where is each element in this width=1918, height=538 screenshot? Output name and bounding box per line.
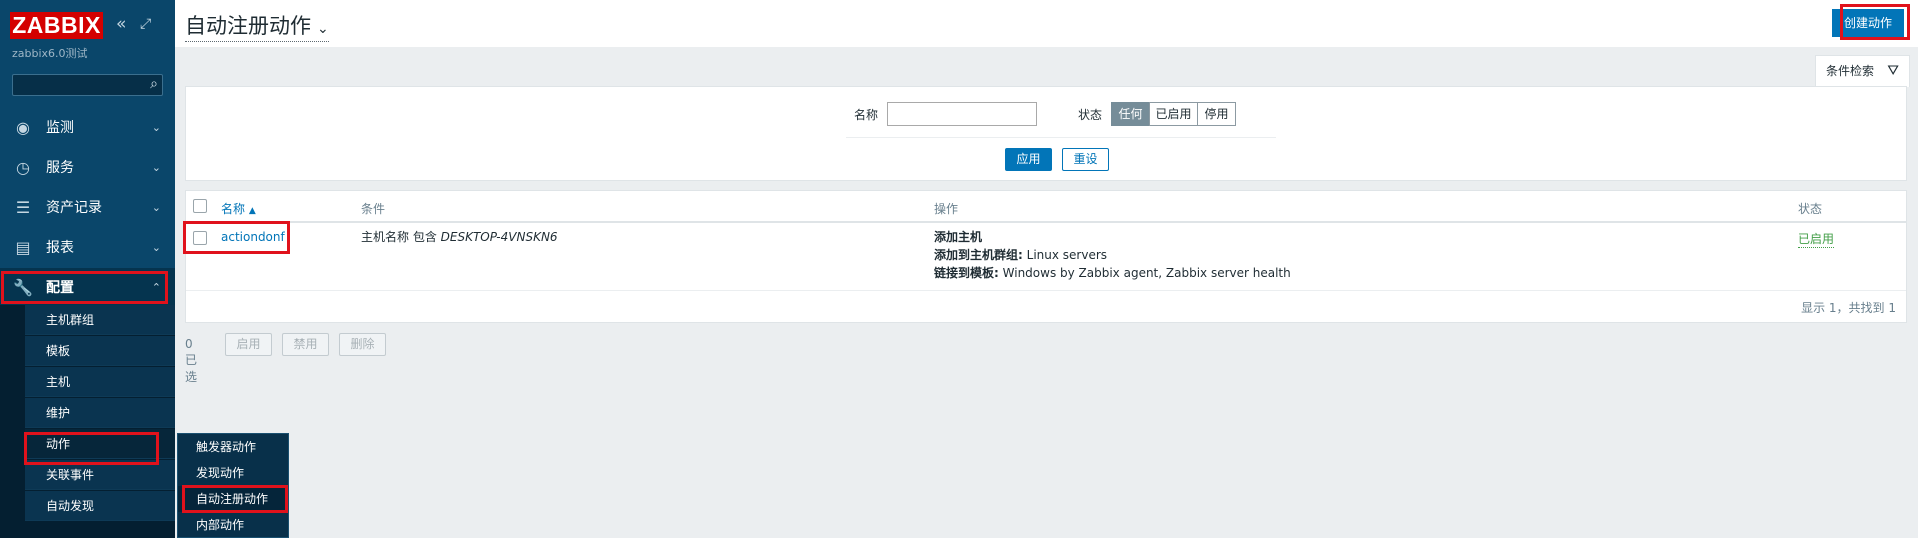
eye-icon: ◉: [16, 118, 30, 137]
submenu-discovery[interactable]: 自动发现: [25, 491, 175, 521]
reset-button[interactable]: 重设: [1062, 148, 1109, 171]
page-header: 自动注册动作 ⌄ 创建动作: [175, 0, 1918, 47]
chart-icon: ▤: [15, 238, 31, 257]
column-conditions-header: 条件: [361, 202, 386, 216]
menu-inventory[interactable]: ☰ 资产记录 ⌄: [0, 188, 175, 228]
menu-label: 资产记录: [46, 200, 102, 216]
sort-asc-icon: ▲: [248, 206, 256, 216]
main-content: 自动注册动作 ⌄ 创建动作 条件检索 ⛛ 名称 状态 任何 已启用 停用 应用 重…: [175, 0, 1918, 538]
mass-disable-button[interactable]: 禁用: [282, 333, 329, 356]
operation-value: Windows by Zabbix agent, Zabbix server h…: [998, 266, 1291, 280]
highlight-box: [182, 485, 288, 513]
highlight-box: [24, 432, 159, 465]
operation-line: 添加主机: [934, 228, 1291, 246]
name-filter-label: 名称: [854, 108, 879, 122]
select-all-checkbox[interactable]: [193, 199, 207, 213]
action-operations: 添加主机 添加到主机群组: Linux servers 链接到模板: Windo…: [934, 228, 1291, 282]
configuration-submenu: 主机群组 模板 主机 维护 动作 关联事件 自动发现: [0, 305, 175, 538]
mass-enable-button[interactable]: 启用: [225, 333, 272, 356]
status-enabled-link[interactable]: 已启用: [1798, 230, 1835, 248]
apply-button[interactable]: 应用: [1005, 148, 1052, 171]
menu-label: 服务: [46, 160, 74, 176]
list-icon: ☰: [15, 198, 31, 217]
highlight-box: [1840, 4, 1910, 40]
filter-divider: [846, 137, 1276, 138]
operation-line: 添加到主机群组: Linux servers: [934, 246, 1291, 264]
filter-tab-label: 条件检索: [1826, 64, 1875, 78]
chevron-down-icon: ⌄: [151, 121, 161, 134]
status-any-option[interactable]: 任何: [1111, 102, 1150, 126]
menu-reports[interactable]: ▤ 报表 ⌄: [0, 228, 175, 268]
column-operations-header: 操作: [934, 202, 959, 216]
table-count: 显示 1，共找到 1: [1801, 301, 1896, 315]
column-name-label: 名称: [221, 202, 246, 216]
status-filter-label: 状态: [1078, 108, 1103, 122]
operation-line: 链接到模板: Windows by Zabbix agent, Zabbix s…: [934, 264, 1291, 282]
server-name: zabbix6.0测试: [12, 47, 88, 60]
chevron-down-icon: ⌄: [151, 201, 161, 214]
submenu-templates[interactable]: 模板: [25, 336, 175, 366]
highlight-box: [183, 221, 290, 254]
chevron-down-icon: ⌄: [151, 161, 161, 174]
row-divider: [186, 290, 1906, 291]
kiosk-mode-icon[interactable]: ⤢: [140, 16, 151, 32]
highlight-box: [1, 271, 168, 304]
column-status-header: 状态: [1798, 202, 1823, 216]
table-header: 名称 ▲ 条件 操作 状态: [186, 191, 1906, 223]
filter-tab[interactable]: 条件检索 ⛛: [1815, 55, 1910, 87]
column-name-header[interactable]: 名称 ▲: [221, 200, 256, 217]
condition-text: 主机名称 包含: [361, 230, 441, 244]
filter-panel: 名称 状态 任何 已启用 停用 应用 重设: [185, 86, 1907, 181]
operation-label: 添加到主机群组:: [934, 248, 1023, 262]
filter-icon: ⛛: [1887, 63, 1899, 79]
menu-label: 监测: [46, 120, 74, 136]
page-title[interactable]: 自动注册动作 ⌄: [185, 10, 329, 42]
zabbix-logo[interactable]: ZABBIX: [10, 12, 103, 39]
actions-table: 名称 ▲ 条件 操作 状态 actiondonf 主机名称 包含 DESKTOP…: [185, 190, 1907, 323]
status-disabled-option[interactable]: 停用: [1197, 102, 1236, 126]
operation-value: Linux servers: [1022, 248, 1108, 262]
selected-count: 0 已选: [185, 337, 198, 384]
condition-value: DESKTOP-4VNSKN6: [440, 230, 558, 244]
mass-delete-button[interactable]: 删除: [339, 333, 386, 356]
clock-icon: ◷: [16, 158, 30, 177]
status-enabled-option[interactable]: 已启用: [1149, 102, 1198, 126]
name-filter-input[interactable]: [887, 102, 1037, 126]
submenu-hosts[interactable]: 主机: [25, 367, 175, 397]
menu-label: 报表: [46, 240, 74, 256]
menu-services[interactable]: ◷ 服务 ⌄: [0, 148, 175, 188]
sidebar-search-input[interactable]: ⌕: [12, 74, 163, 96]
chevron-down-icon: ⌄: [151, 241, 161, 254]
submenu-maintenance[interactable]: 维护: [25, 398, 175, 428]
collapse-sidebar-icon[interactable]: «: [116, 14, 126, 34]
menu-monitoring[interactable]: ◉ 监测 ⌄: [0, 108, 175, 148]
page-title-text: 自动注册动作: [185, 14, 311, 38]
operation-label: 添加主机: [934, 230, 983, 244]
chevron-down-icon: ⌄: [317, 21, 329, 37]
search-icon[interactable]: ⌕: [150, 76, 158, 92]
submenu-host-groups[interactable]: 主机群组: [25, 305, 175, 335]
operation-label: 链接到模板:: [934, 266, 999, 280]
action-condition: 主机名称 包含 DESKTOP-4VNSKN6: [361, 228, 558, 246]
